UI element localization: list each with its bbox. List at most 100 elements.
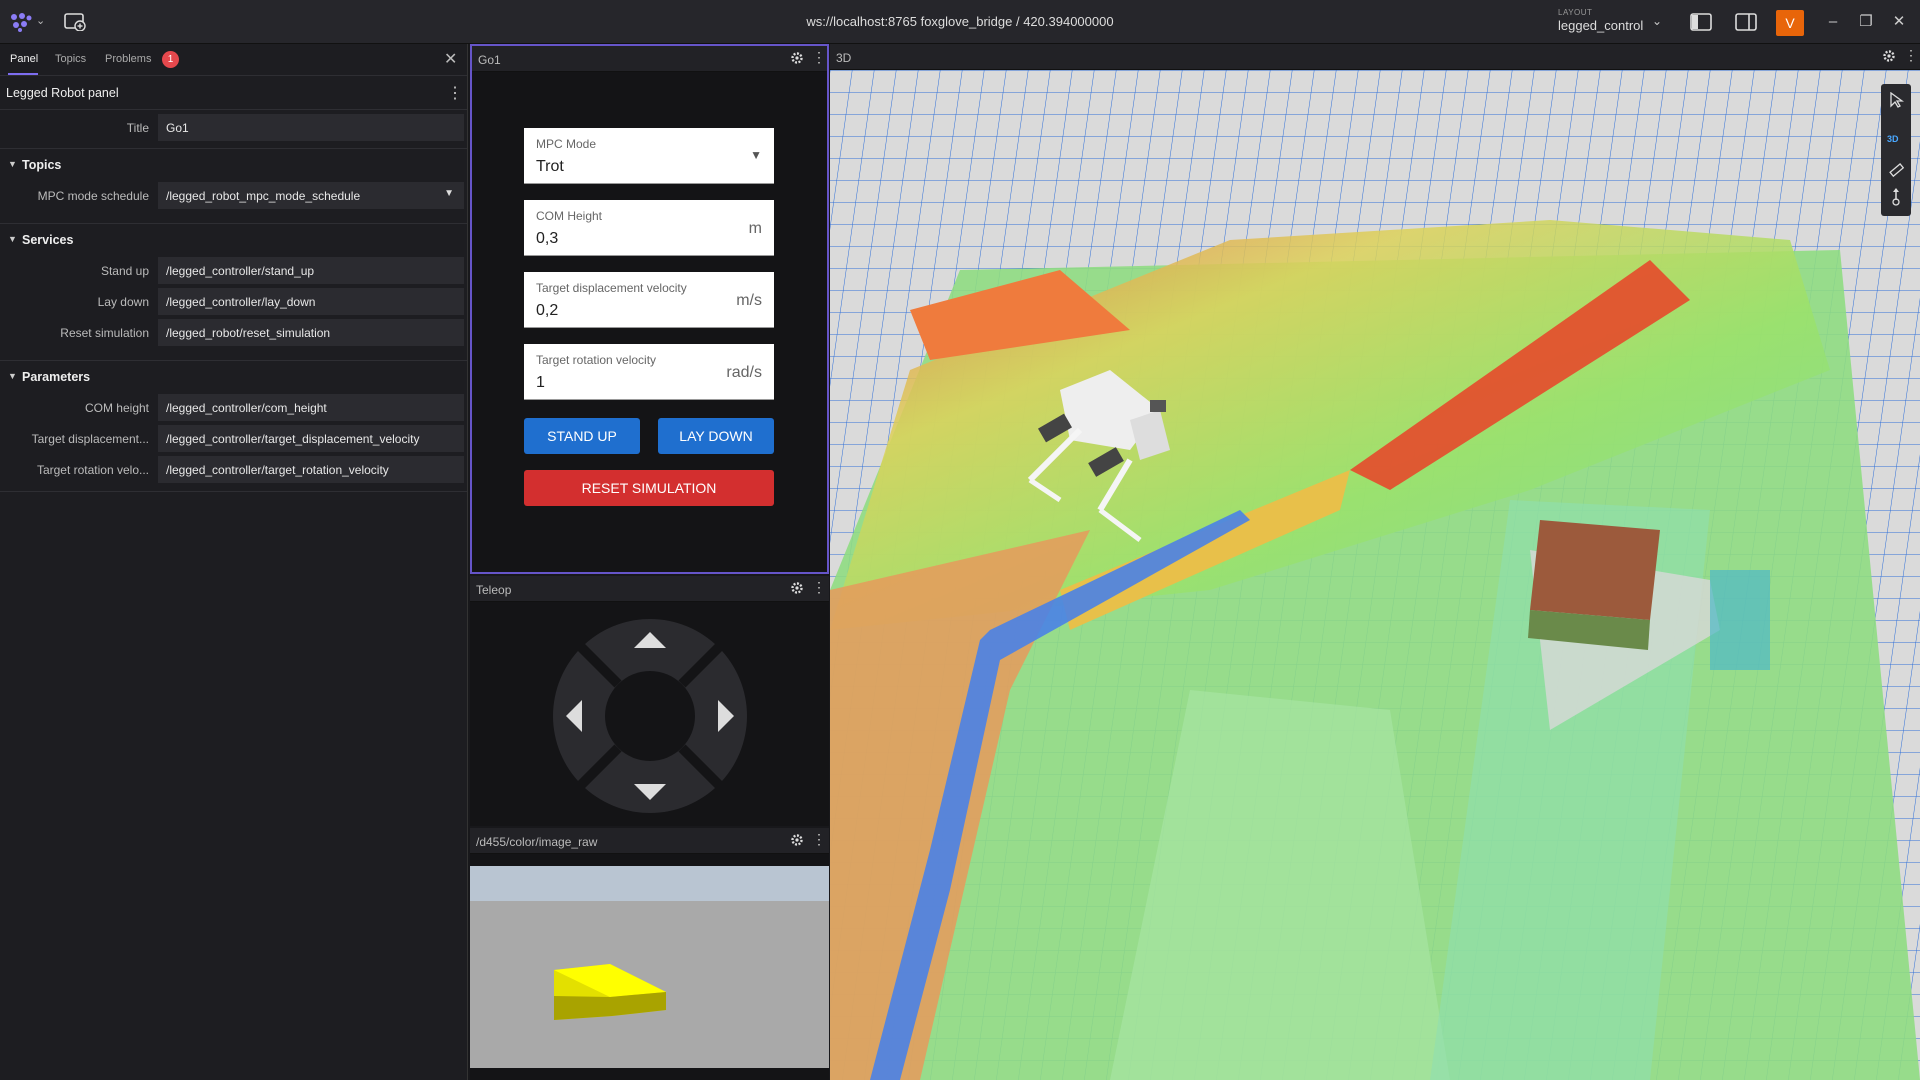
target-displacement-velocity-input[interactable]: Target displacement velocity 0,2 m/s xyxy=(524,272,774,328)
3d-view-panel[interactable]: 3D ⋮ 3D xyxy=(830,44,1920,1080)
tab-topics[interactable]: Topics xyxy=(55,53,86,65)
camera-image xyxy=(470,866,829,1068)
field-label: Lay down xyxy=(97,295,149,309)
dropdown-arrow-icon: ▼ xyxy=(750,148,762,162)
com-height-row: COM height /legged_controller/com_height xyxy=(0,392,467,423)
lay-down-button[interactable]: LAY DOWN xyxy=(658,418,774,454)
unit-label: rad/s xyxy=(726,364,762,381)
left-sidebar-toggle-icon[interactable] xyxy=(1690,12,1712,32)
minimize-icon[interactable]: – xyxy=(1822,11,1844,33)
user-avatar[interactable]: V xyxy=(1776,10,1804,36)
panel-title: Teleop xyxy=(476,583,512,597)
lay-down-service-input[interactable]: /legged_controller/lay_down xyxy=(158,288,464,315)
publish-pose-icon[interactable] xyxy=(1888,188,1904,206)
mpc-mode-schedule-row: MPC mode schedule /legged_robot_mpc_mode… xyxy=(0,180,467,211)
section-label: Services xyxy=(22,233,74,247)
field-label: COM height xyxy=(84,401,149,415)
section-parameters[interactable]: ▼ Parameters xyxy=(0,360,467,392)
app-logo-icon[interactable] xyxy=(8,12,38,32)
target-displacement-row: Target displacement... /legged_controlle… xyxy=(0,423,467,454)
field-value: 0,2 xyxy=(536,302,559,319)
gear-icon[interactable] xyxy=(790,581,804,595)
dropdown-arrow-icon: ▼ xyxy=(444,188,454,199)
maximize-icon[interactable]: ❐ xyxy=(1855,11,1877,33)
panel-title: /d455/color/image_raw xyxy=(476,835,598,849)
more-vertical-icon[interactable]: ⋮ xyxy=(812,49,826,66)
lay-down-row: Lay down /legged_controller/lay_down xyxy=(0,286,467,317)
layout-caption: LAYOUT xyxy=(1558,8,1593,17)
field-label: Title xyxy=(126,121,149,135)
3d-mode-toggle[interactable]: 3D xyxy=(1887,134,1899,144)
panel-header[interactable]: /d455/color/image_raw ⋮ xyxy=(470,828,829,854)
section-topics[interactable]: ▼ Topics xyxy=(0,148,467,180)
stand-up-service-input[interactable]: /legged_controller/stand_up xyxy=(158,257,464,284)
stand-up-button[interactable]: STAND UP xyxy=(524,418,640,454)
more-vertical-icon[interactable]: ⋮ xyxy=(812,579,826,596)
panel-title-row: Legged Robot panel ⋮ xyxy=(0,76,467,110)
3d-scene xyxy=(830,70,1920,1080)
divider xyxy=(0,491,467,492)
gear-icon[interactable] xyxy=(790,833,804,847)
field-value: Trot xyxy=(536,158,564,175)
reset-simulation-button[interactable]: RESET SIMULATION xyxy=(524,470,774,506)
reset-simulation-row: Reset simulation /legged_robot/reset_sim… xyxy=(0,317,467,348)
ruler-icon[interactable] xyxy=(1888,162,1904,178)
mpc-mode-select[interactable]: MPC Mode Trot ▼ xyxy=(524,128,774,184)
box-obstacle xyxy=(1528,520,1660,650)
go1-control-panel: Go1 ⋮ MPC Mode Trot ▼ COM Height 0,3 m T… xyxy=(470,44,829,574)
panel-header[interactable]: 3D ⋮ xyxy=(830,44,1920,70)
section-services[interactable]: ▼ Services xyxy=(0,223,467,255)
title-input[interactable]: Go1 xyxy=(158,114,464,141)
collapse-arrow-icon: ▼ xyxy=(8,159,17,169)
unit-label: m xyxy=(748,220,762,237)
reset-simulation-service-input[interactable]: /legged_robot/reset_simulation xyxy=(158,319,464,346)
panel-title: Go1 xyxy=(478,53,501,67)
field-label: MPC mode schedule xyxy=(37,189,149,203)
select-cursor-icon[interactable] xyxy=(1888,92,1904,108)
top-bar: ⌄ ws://localhost:8765 foxglove_bridge / … xyxy=(0,0,1920,44)
more-vertical-icon[interactable]: ⋮ xyxy=(447,83,463,103)
panel-header[interactable]: Teleop ⋮ xyxy=(470,576,829,602)
field-label: Target rotation velo... xyxy=(36,463,149,477)
teleop-panel: Teleop ⋮ xyxy=(470,576,829,826)
app-menu-chevron-icon[interactable]: ⌄ xyxy=(36,14,45,27)
mpc-mode-schedule-select[interactable]: /legged_robot_mpc_mode_schedule ▼ xyxy=(158,182,464,209)
field-label: COM Height xyxy=(536,209,603,223)
section-label: Parameters xyxy=(22,370,91,384)
right-sidebar-toggle-icon[interactable] xyxy=(1735,12,1757,32)
collapse-arrow-icon: ▼ xyxy=(8,234,17,244)
field-value: 1 xyxy=(536,374,545,391)
field-value: 0,3 xyxy=(536,230,559,247)
teleop-dpad xyxy=(553,619,747,813)
stand-up-row: Stand up /legged_controller/stand_up xyxy=(0,255,467,286)
com-height-param-input[interactable]: /legged_controller/com_height xyxy=(158,394,464,421)
panel-title: Legged Robot panel xyxy=(6,86,119,100)
close-icon[interactable]: ✕ xyxy=(444,49,457,69)
tab-panel[interactable]: Panel xyxy=(10,53,38,65)
sidebar-tabs: Panel Topics Problems 1 ✕ xyxy=(0,44,467,76)
close-window-icon[interactable]: ✕ xyxy=(1888,11,1910,33)
tab-problems[interactable]: Problems xyxy=(105,53,151,65)
field-label: Reset simulation xyxy=(60,326,149,340)
more-vertical-icon[interactable]: ⋮ xyxy=(1904,47,1918,64)
target-rotation-param-input[interactable]: /legged_controller/target_rotation_veloc… xyxy=(158,456,464,483)
field-label: Target displacement velocity xyxy=(536,281,687,295)
gear-icon[interactable] xyxy=(790,51,804,65)
field-label: Stand up xyxy=(100,264,149,278)
target-rotation-velocity-input[interactable]: Target rotation velocity 1 rad/s xyxy=(524,344,774,400)
panel-header[interactable]: Go1 ⋮ xyxy=(472,46,827,72)
more-vertical-icon[interactable]: ⋮ xyxy=(812,831,826,848)
gear-icon[interactable] xyxy=(1882,49,1896,63)
target-rotation-row: Target rotation velo... /legged_controll… xyxy=(0,454,467,485)
field-label: MPC Mode xyxy=(536,137,597,151)
section-label: Topics xyxy=(22,158,62,172)
problems-count-badge: 1 xyxy=(162,51,179,68)
layout-selector[interactable]: LAYOUT legged_control xyxy=(1558,8,1643,33)
title-field-row: Title Go1 xyxy=(0,112,467,143)
com-height-input[interactable]: COM Height 0,3 m xyxy=(524,200,774,256)
target-displacement-param-input[interactable]: /legged_controller/target_displacement_v… xyxy=(158,425,464,452)
new-window-icon[interactable] xyxy=(64,13,86,31)
settings-sidebar: Panel Topics Problems 1 ✕ Legged Robot p… xyxy=(0,44,468,1080)
chevron-down-icon[interactable]: ⌄ xyxy=(1652,14,1662,28)
collapse-arrow-icon: ▼ xyxy=(8,371,17,381)
